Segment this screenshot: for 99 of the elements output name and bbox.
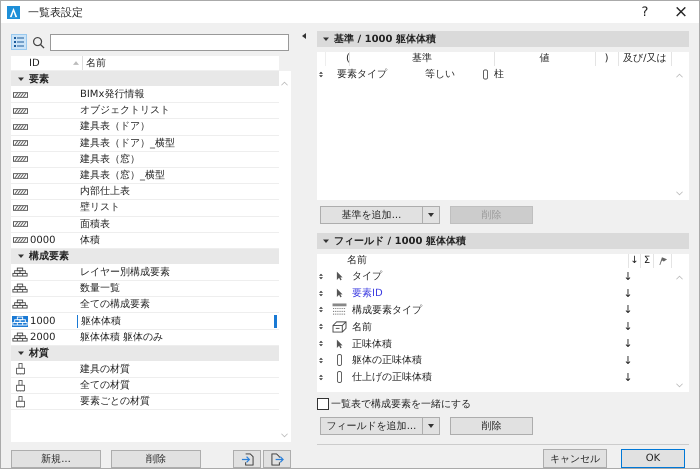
name-cell[interactable]: 建具表（ドア） xyxy=(77,120,279,134)
column-header: 値 xyxy=(494,52,596,66)
app-icon xyxy=(7,6,20,18)
id-cell: 1000 xyxy=(30,316,56,327)
collapse-caret-icon[interactable] xyxy=(323,238,329,244)
column-header: ↓ xyxy=(629,254,641,268)
sort-cell[interactable]: ↓ xyxy=(622,303,634,316)
id-cell: 2000 xyxy=(30,332,56,343)
hatch-icon xyxy=(332,303,346,316)
field-name-cell[interactable]: 名前 xyxy=(349,320,622,334)
name-cell[interactable]: 壁リスト xyxy=(77,201,279,214)
collapse-panel-icon[interactable] xyxy=(302,33,306,39)
column-header: 及び/又は xyxy=(618,52,672,66)
field-name-cell[interactable]: 正味体積 xyxy=(349,336,622,351)
column-header[interactable]: ID xyxy=(29,58,73,68)
sort-cell[interactable]: ↓ xyxy=(622,320,634,334)
pointer-icon xyxy=(336,338,342,349)
field-name-cell[interactable]: 躯体の正味体積 xyxy=(349,353,622,368)
column-header: Σ xyxy=(641,254,654,268)
checkbox-label[interactable]: 一覧表で構成要素を一緒にする xyxy=(331,397,471,411)
group-label: 構成要素 xyxy=(29,250,69,264)
name-cell[interactable]: 建具表（ドア）_横型 xyxy=(77,136,279,150)
name-cell[interactable]: 面積表 xyxy=(77,218,279,231)
search-field[interactable] xyxy=(50,34,289,50)
field-name-cell[interactable]: 要素ID xyxy=(349,286,622,300)
criterion-cell[interactable]: 要素タイプ xyxy=(337,67,425,82)
value-cell[interactable]: 柱 xyxy=(494,67,504,82)
dropdown-caret-icon xyxy=(428,213,434,217)
drag-handle-icon[interactable] xyxy=(319,356,323,364)
column-header: ) xyxy=(596,52,618,66)
sort-cell[interactable]: ↓ xyxy=(622,370,634,384)
drag-handle-icon[interactable] xyxy=(319,290,323,297)
drag-handle-icon[interactable] xyxy=(319,272,323,280)
name-cell[interactable]: BIMx発行情報 xyxy=(77,88,279,102)
sort-ascending-icon xyxy=(73,61,79,65)
sort-cell[interactable]: ↓ xyxy=(622,270,634,283)
sort-cell[interactable]: ↓ xyxy=(622,286,634,300)
field-name-cell[interactable]: 仕上げの正味体積 xyxy=(349,370,622,384)
id-cell: 0000 xyxy=(30,234,56,246)
name-cell[interactable]: 全ての材質 xyxy=(77,379,279,392)
collapse-caret-icon[interactable] xyxy=(18,76,24,82)
window-title: 一覧表設定 xyxy=(28,4,83,20)
group-label: 材質 xyxy=(29,346,49,360)
drag-handle-icon[interactable] xyxy=(319,70,323,78)
name-cell[interactable]: 建具表（窓）_横型 xyxy=(77,169,279,182)
column-header: 基準 xyxy=(350,52,495,66)
drag-handle-icon[interactable] xyxy=(319,306,323,314)
collapse-caret-icon[interactable] xyxy=(18,350,24,356)
cancel-button[interactable]: キャンセル xyxy=(543,449,607,468)
name-cell[interactable]: 体積 xyxy=(77,234,279,247)
drag-handle-icon[interactable] xyxy=(319,340,323,348)
add-field-button[interactable]: フィールドを追加... xyxy=(320,417,440,435)
name-cell[interactable]: 建具表（窓） xyxy=(77,152,279,166)
new-button[interactable]: 新規... xyxy=(11,450,101,468)
column-header: 名前 xyxy=(345,254,629,268)
column-header[interactable]: 名前 xyxy=(82,56,106,70)
list-view-icon[interactable] xyxy=(11,34,27,50)
name-cell[interactable]: 全ての構成要素 xyxy=(77,298,279,312)
import-icon xyxy=(240,452,254,466)
add-criterion-button[interactable]: 基準を追加... xyxy=(320,206,440,224)
sort-cell[interactable]: ↓ xyxy=(622,337,634,350)
section-title: 基準 / 1000 躯体体積 xyxy=(334,32,436,46)
import-button[interactable] xyxy=(233,450,261,468)
name-cell[interactable]: 内部仕上表 xyxy=(77,185,279,198)
section-title: フィールド / 1000 躯体体積 xyxy=(334,234,466,248)
operator-cell[interactable]: 等しい xyxy=(425,67,483,82)
column-icon xyxy=(483,68,488,80)
name-cell[interactable]: 数量一覧 xyxy=(77,282,279,296)
delete-button[interactable]: 削除 xyxy=(111,450,201,468)
sort-cell[interactable]: ↓ xyxy=(622,354,634,367)
close-button[interactable]: × xyxy=(663,1,699,23)
field-name-cell[interactable]: 構成要素タイプ xyxy=(349,302,622,317)
name-cell[interactable]: 建具の材質 xyxy=(77,362,279,376)
collapse-caret-icon[interactable] xyxy=(323,36,329,42)
name-cell[interactable]: 躯体体積 躯体のみ xyxy=(77,330,279,344)
column-icon xyxy=(336,354,342,366)
name-cell[interactable]: レイヤー別構成要素 xyxy=(77,266,279,279)
group-label: 要素 xyxy=(29,72,49,86)
export-icon xyxy=(270,452,284,466)
name-cell[interactable]: 要素ごとの材質 xyxy=(77,395,279,408)
search-icon[interactable] xyxy=(32,36,45,48)
pointer-icon xyxy=(336,271,342,282)
drag-handle-icon[interactable] xyxy=(319,374,323,381)
column-icon xyxy=(336,371,342,384)
drag-handle-icon[interactable] xyxy=(319,323,323,330)
help-button[interactable]: ? xyxy=(627,1,663,23)
delete-button[interactable]: 削除 xyxy=(450,417,533,435)
column-header: ( xyxy=(325,52,350,66)
checkbox[interactable] xyxy=(317,398,329,410)
dropdown-caret-icon xyxy=(428,424,434,428)
ok-button[interactable]: OK xyxy=(621,449,685,468)
pointer-icon xyxy=(336,288,342,298)
export-button[interactable] xyxy=(263,450,291,468)
name-cell[interactable]: オブジェクトリスト xyxy=(77,104,279,118)
name-cell[interactable]: 躯体体積 xyxy=(77,314,277,328)
collapse-caret-icon[interactable] xyxy=(18,253,24,260)
flag-icon xyxy=(658,257,666,265)
object-icon xyxy=(332,320,346,334)
field-name-cell[interactable]: タイプ xyxy=(349,269,622,284)
